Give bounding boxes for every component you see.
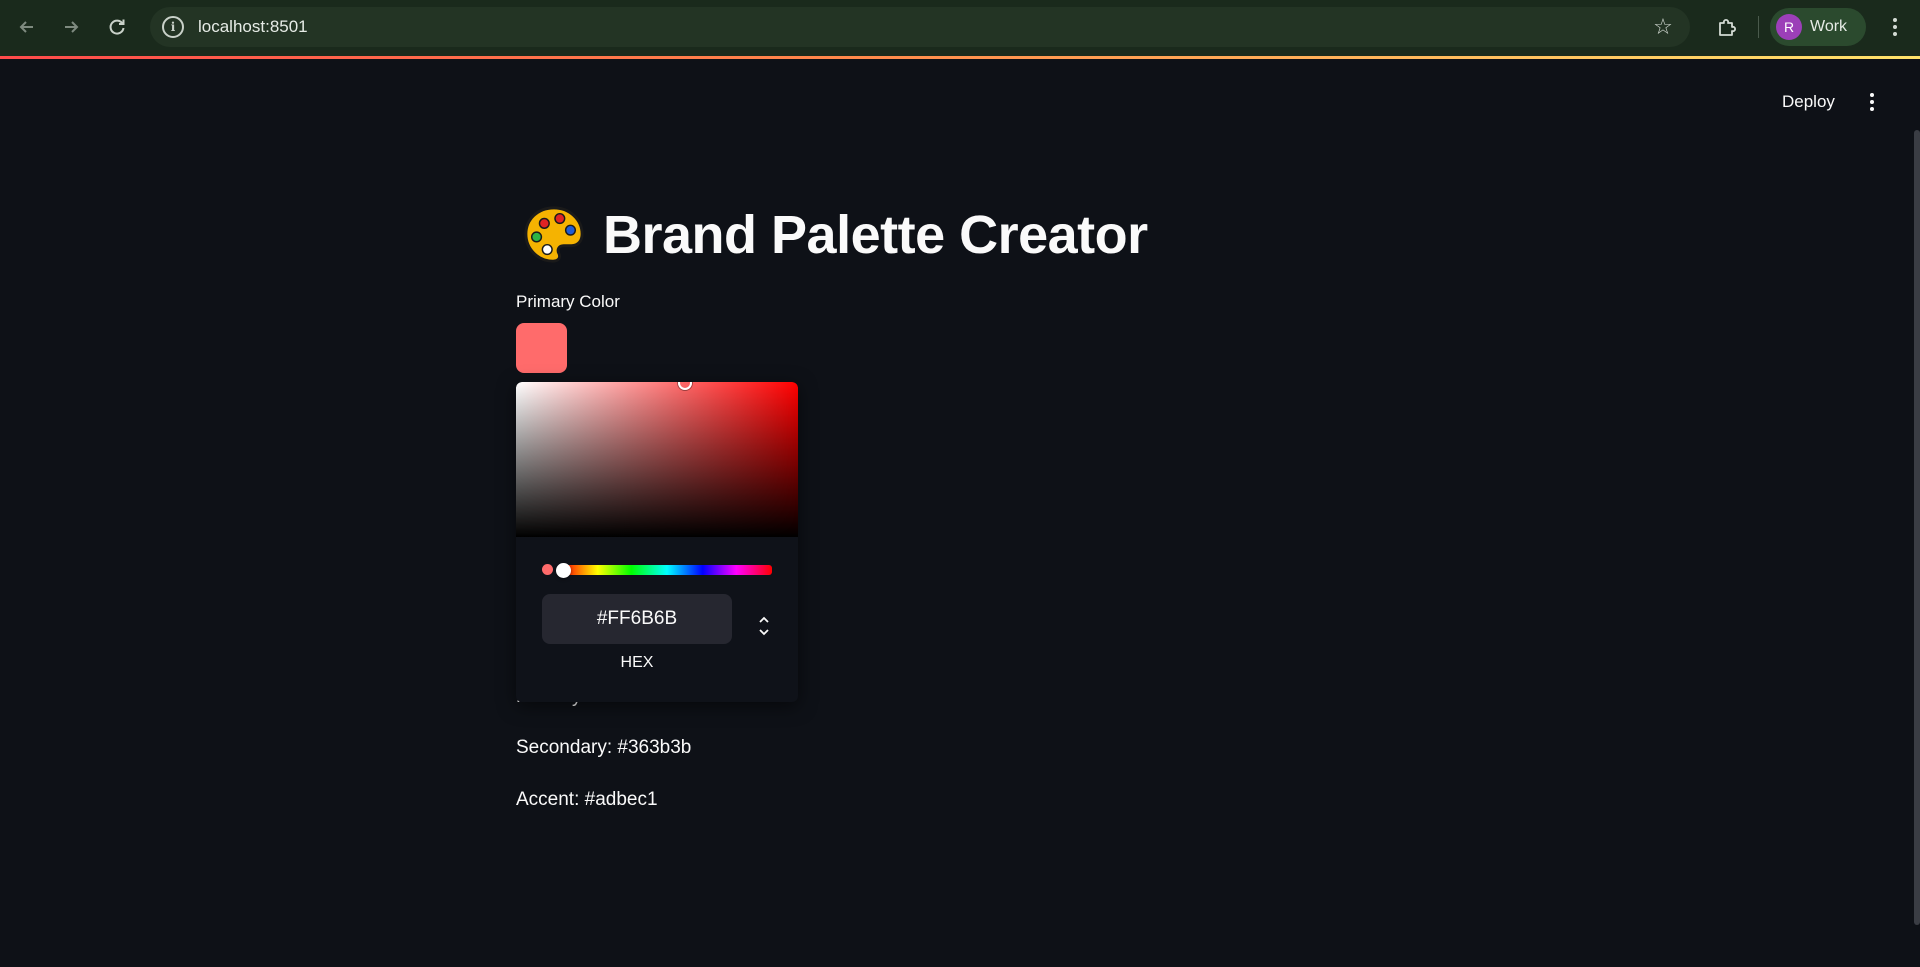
chevron-up-down-icon [759, 616, 769, 636]
extensions-button[interactable] [1710, 10, 1744, 44]
arrow-left-icon [19, 21, 33, 33]
saturation-value-area[interactable] [516, 382, 798, 537]
color-picker-label: Primary Color [516, 292, 620, 311]
deploy-button[interactable]: Deploy [1772, 88, 1845, 116]
info-icon[interactable]: i [162, 16, 184, 38]
format-toggle-button[interactable] [756, 612, 772, 640]
arrow-right-icon [65, 21, 79, 33]
artist-palette-icon [524, 206, 584, 263]
back-button[interactable] [10, 10, 44, 44]
hue-slider[interactable] [562, 565, 772, 575]
toolbar-divider [1758, 16, 1759, 38]
loading-decoration-bar [0, 56, 1920, 59]
reload-button[interactable] [100, 10, 134, 44]
current-color-dot [542, 564, 553, 575]
secondary-color-text: Secondary: #363b3b [516, 737, 692, 758]
avatar: R [1776, 14, 1802, 40]
reload-icon [109, 19, 125, 35]
app-menu-icon[interactable] [1862, 88, 1882, 116]
profile-name: Work [1810, 18, 1848, 35]
hex-input[interactable] [542, 594, 732, 644]
hue-slider-thumb[interactable] [556, 563, 571, 578]
profile-button[interactable]: R Work [1770, 8, 1866, 46]
bookmark-star-icon[interactable]: ☆ [1650, 14, 1676, 40]
puzzle-icon [1719, 19, 1736, 36]
saturation-cursor[interactable] [678, 382, 692, 390]
browser-toolbar: i localhost:8501 ☆ R Work [0, 0, 1920, 56]
browser-menu-icon[interactable] [1880, 10, 1910, 44]
accent-color-text: Accent: #adbec1 [516, 789, 658, 810]
format-label: HEX [620, 654, 654, 671]
color-swatch-button[interactable] [516, 323, 567, 373]
color-picker-popover: HEX [516, 382, 798, 702]
forward-button[interactable] [54, 10, 88, 44]
address-bar[interactable]: i localhost:8501 ☆ [150, 7, 1690, 47]
url-text[interactable]: localhost:8501 [198, 17, 308, 37]
page-title: Brand Palette Creator [603, 205, 1148, 265]
page-scrollbar[interactable] [1914, 130, 1920, 925]
page-header: Brand Palette Creator [523, 200, 1148, 270]
